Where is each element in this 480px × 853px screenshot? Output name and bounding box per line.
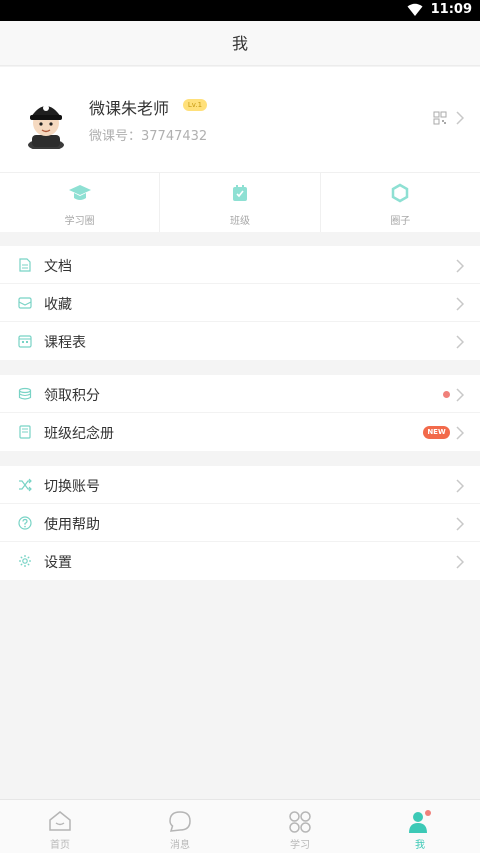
hexagon-icon	[392, 183, 409, 203]
user-icon	[409, 810, 431, 833]
collect-box-icon	[18, 297, 32, 309]
calendar-icon	[18, 335, 32, 348]
quick-item-study-circle[interactable]: 学习圈	[0, 173, 161, 232]
menu-item-label: 收藏	[44, 297, 72, 313]
status-bar: 11:09	[0, 0, 480, 21]
bottom-tab-bar: 首页 消息 学习 我	[0, 799, 480, 853]
level-badge: Lv.1	[183, 99, 207, 111]
notification-dot	[443, 391, 450, 398]
shuffle-icon	[19, 478, 32, 492]
menu-item-switch-account[interactable]: 切换账号	[0, 466, 480, 504]
tab-home[interactable]: 首页	[0, 800, 120, 853]
quick-entries: 学习圈 班级 圈子	[0, 172, 480, 232]
home-icon	[49, 811, 71, 831]
chevron-right-icon	[456, 335, 464, 349]
menu-item-documents[interactable]: 文档	[0, 246, 480, 284]
status-time: 11:09	[430, 2, 472, 17]
menu-item-timetable[interactable]: 课程表	[0, 322, 480, 360]
menu-item-help[interactable]: 使用帮助	[0, 504, 480, 542]
menu-item-label: 领取积分	[44, 388, 100, 404]
menu-group-rewards: 领取积分 班级纪念册 NEW	[0, 375, 480, 451]
grid-icon	[289, 811, 311, 833]
menu-item-settings[interactable]: 设置	[0, 542, 480, 580]
chevron-right-icon	[456, 517, 464, 531]
document-icon	[19, 258, 31, 272]
quick-item-circle[interactable]: 圈子	[321, 173, 480, 232]
chevron-right-icon	[456, 479, 464, 493]
quick-item-class[interactable]: 班级	[160, 173, 321, 232]
menu-group-account: 切换账号 使用帮助 设置	[0, 466, 480, 580]
graduation-cap-icon	[68, 185, 91, 200]
tab-me[interactable]: 我	[360, 800, 480, 853]
album-icon	[19, 425, 31, 439]
coins-icon	[18, 387, 32, 400]
menu-item-label: 切换账号	[44, 479, 100, 495]
quick-item-label: 学习圈	[64, 216, 95, 227]
chevron-right-icon	[456, 259, 464, 273]
menu-item-favorites[interactable]: 收藏	[0, 284, 480, 322]
quick-item-label: 圈子	[390, 216, 411, 227]
tab-label: 消息	[170, 840, 190, 851]
menu-item-label: 设置	[44, 555, 72, 571]
tab-label: 首页	[50, 840, 70, 851]
profile-id: 微课号：37747432	[89, 129, 208, 144]
qr-code-icon[interactable]	[433, 111, 447, 125]
menu-item-label: 课程表	[44, 335, 86, 351]
new-badge: NEW	[423, 426, 450, 439]
chevron-right-icon	[456, 555, 464, 569]
menu-item-claim-points[interactable]: 领取积分	[0, 375, 480, 413]
gear-icon	[19, 555, 31, 567]
chevron-right-icon	[456, 388, 464, 402]
help-icon	[18, 516, 32, 530]
tab-label: 我	[415, 840, 425, 851]
tab-label: 学习	[290, 840, 310, 851]
tab-study[interactable]: 学习	[240, 800, 360, 853]
menu-item-label: 使用帮助	[44, 517, 100, 533]
menu-item-label: 班级纪念册	[44, 426, 114, 442]
quick-item-label: 班级	[229, 216, 250, 227]
chevron-right-icon	[456, 426, 464, 440]
tab-messages[interactable]: 消息	[120, 800, 240, 853]
wifi-icon	[407, 3, 423, 16]
profile-card[interactable]: 微课朱老师 Lv.1 微课号：37747432	[0, 67, 480, 172]
chevron-right-icon	[456, 111, 464, 125]
page-title: 我	[0, 21, 480, 66]
message-icon	[169, 811, 191, 832]
chevron-right-icon	[456, 297, 464, 311]
profile-name: 微课朱老师	[89, 99, 170, 118]
menu-group-content: 文档 收藏 课程表	[0, 246, 480, 360]
menu-item-label: 文档	[44, 259, 72, 275]
class-badge-icon	[232, 185, 247, 201]
menu-item-class-album[interactable]: 班级纪念册 NEW	[0, 413, 480, 451]
avatar	[28, 105, 64, 149]
